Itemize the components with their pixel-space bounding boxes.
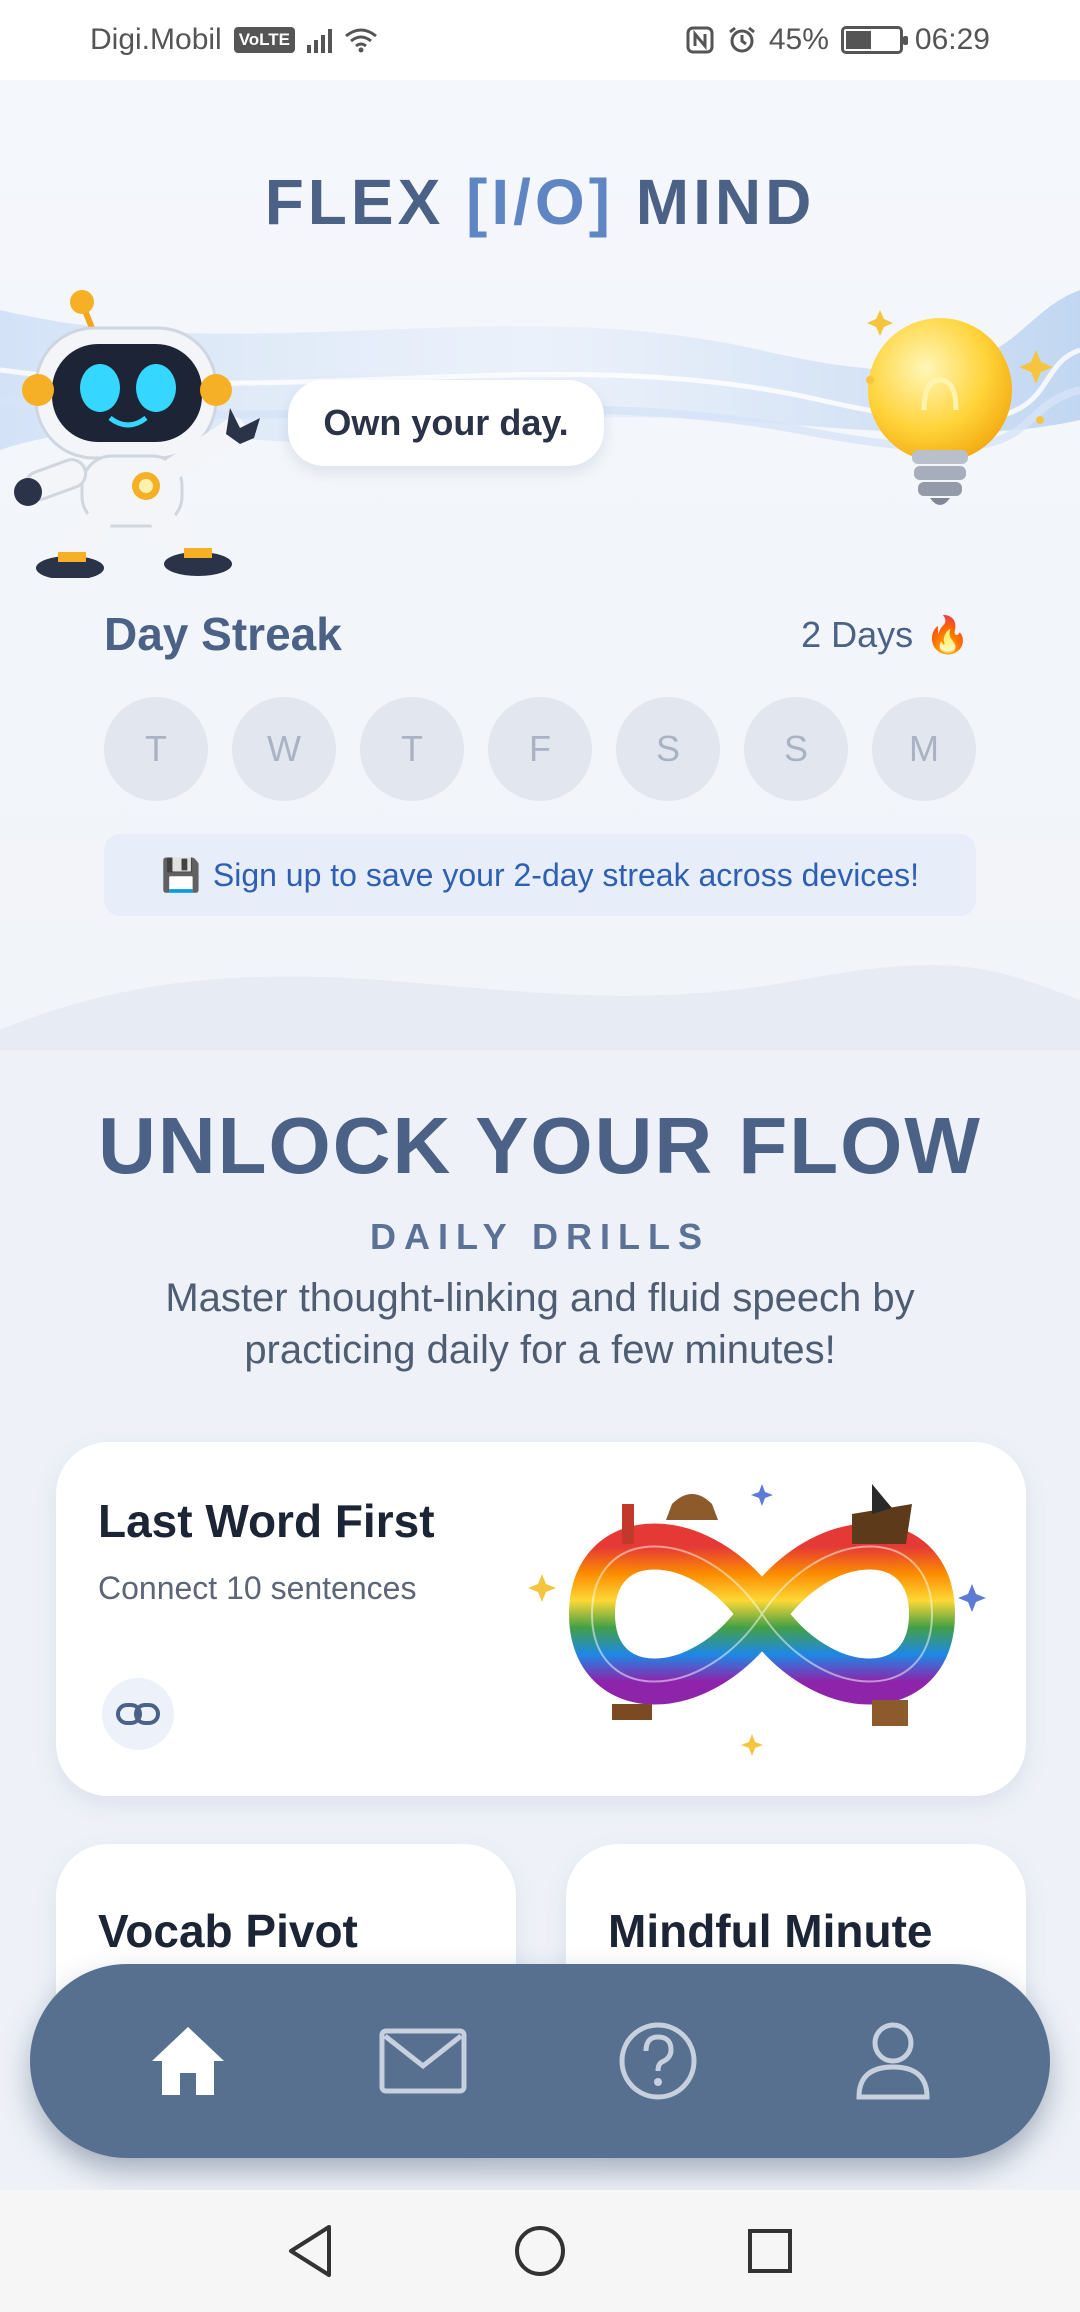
recents-button[interactable] [740, 2221, 800, 2281]
speech-bubble: Own your day. [288, 380, 604, 466]
signup-banner[interactable]: 💾 Sign up to save your 2-day streak acro… [104, 834, 976, 916]
home-icon [151, 2027, 224, 2095]
volte-badge: VoLTE [233, 27, 296, 53]
app-title-io: [I/O] [466, 166, 614, 238]
daily-drills-label: DAILY DRILLS [369, 1216, 711, 1257]
nav-profile[interactable] [843, 2011, 943, 2111]
day-circle: T [360, 697, 464, 801]
back-button[interactable] [280, 2221, 340, 2281]
day-circle: S [744, 697, 848, 801]
signup-text[interactable]: Sign up to save your 2-day streak across… [213, 857, 919, 894]
app-title: FLEX [I/O] MIND [0, 165, 1080, 239]
card-subtitle: Connect 10 sentences [98, 1570, 417, 1606]
day-circle: T [104, 697, 208, 801]
fire-icon: 🔥 [925, 614, 970, 655]
home-button[interactable] [510, 2221, 570, 2281]
day-circle: M [872, 697, 976, 801]
clock: 06:29 [914, 23, 990, 56]
card-title: Last Word First [98, 1495, 435, 1547]
streak-days: T W T F S S M [104, 697, 976, 801]
battery-percent: 45% [768, 23, 829, 56]
system-nav-bar [0, 2190, 1080, 2312]
home-circle-icon [515, 2226, 565, 2276]
link-icon [102, 1678, 174, 1750]
robot-mascot [14, 290, 260, 578]
app-title-flex: FLEX [264, 166, 445, 238]
mail-icon [379, 2028, 466, 2094]
lightbulb-icon [866, 310, 1053, 505]
streak-count: 2 Days 🔥 [801, 614, 970, 656]
alarm-icon [728, 26, 755, 53]
unlock-description: Master thought-linking and fluid speech … [165, 1276, 915, 1372]
status-bar: Digi.Mobil VoLTE 45% 06:29 [0, 0, 1080, 80]
infinity-illustration [528, 1484, 986, 1756]
status-left: Digi.Mobil VoLTE [90, 23, 378, 57]
battery-icon [840, 26, 908, 54]
wifi-icon [345, 28, 377, 53]
recents-square-icon [748, 2229, 792, 2273]
signal-icon [307, 27, 333, 53]
carrier-name: Digi.Mobil [90, 23, 222, 56]
profile-icon [855, 2022, 930, 2100]
day-circle: F [488, 697, 592, 801]
floppy-disk-icon: 💾 [161, 857, 201, 893]
day-streak-title: Day Streak [104, 608, 342, 660]
nav-help[interactable] [608, 2011, 708, 2111]
card-title: Vocab Pivot [98, 1905, 358, 1957]
card-title: Mindful Minute [608, 1905, 933, 1957]
help-icon [619, 2022, 696, 2100]
nav-messages[interactable] [373, 2011, 473, 2111]
nav-home[interactable] [138, 2011, 238, 2111]
back-triangle-icon [289, 2225, 331, 2277]
unlock-title: UNLOCK YOUR FLOW [98, 1101, 982, 1190]
day-circle: S [616, 697, 720, 801]
card-last-word-first[interactable]: Last Word First Connect 10 sentences [56, 1442, 1026, 1796]
day-circle: W [232, 697, 336, 801]
streak-count-label: 2 Days [801, 614, 914, 655]
bottom-nav [30, 1964, 1050, 2158]
nfc-icon [686, 26, 714, 54]
app-title-mind: MIND [635, 166, 816, 238]
section-divider-wave [0, 965, 1080, 1050]
status-right: 45% 06:29 [685, 23, 990, 57]
